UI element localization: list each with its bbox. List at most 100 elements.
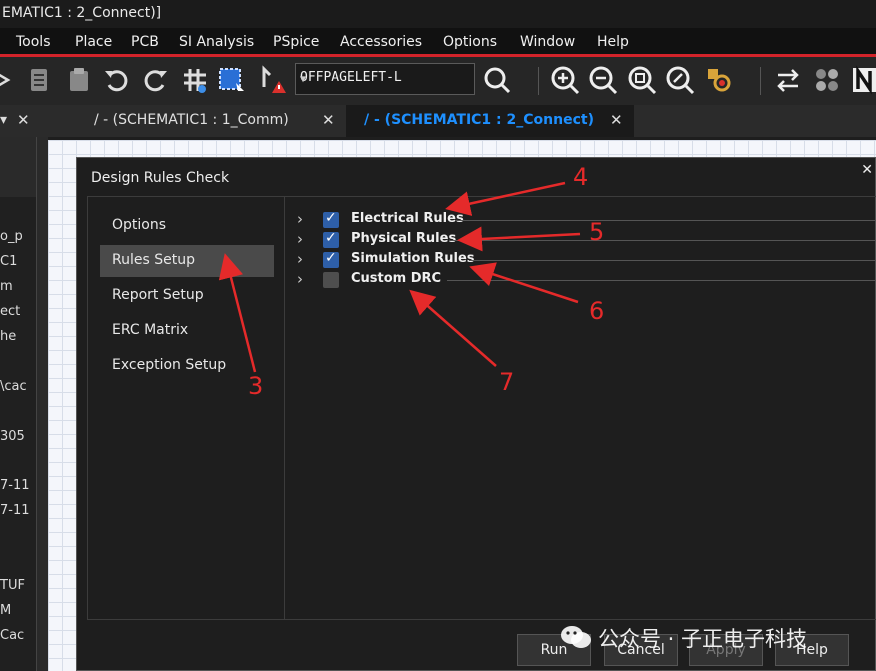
nav-options[interactable]: Options [100, 210, 274, 242]
tree-item[interactable]: m [0, 279, 13, 294]
document-tab-bar: ▾ ✕ / - (SCHEMATIC1 : 1_Comm) ✕ / - (SCH… [0, 105, 876, 137]
close-icon[interactable]: ✕ [861, 162, 873, 178]
close-icon[interactable]: ✕ [322, 111, 335, 129]
redo-icon[interactable] [140, 65, 170, 95]
divider [469, 260, 876, 261]
menu-tools[interactable]: Tools [16, 34, 51, 50]
annotation-number: 5 [589, 218, 605, 246]
tab-overflow-icon[interactable]: ▾ [0, 112, 7, 128]
menu-window[interactable]: Window [520, 34, 575, 50]
toolbar: OFFPAGELEFT-L ▼ [0, 57, 876, 105]
nav-label: Exception Setup [112, 357, 227, 373]
rule-label: Simulation Rules [351, 251, 475, 266]
chevron-right-icon[interactable]: › [297, 230, 303, 248]
part-combo-box[interactable]: OFFPAGELEFT-L ▼ [295, 63, 475, 95]
rule-physical: › Physical Rules [285, 230, 876, 250]
nav-erc-matrix[interactable]: ERC Matrix [100, 315, 274, 347]
rule-custom-drc: › Custom DRC [285, 270, 876, 290]
nav-label: Options [112, 217, 167, 233]
watermark: 公众号 · 子正电子科技 [560, 622, 860, 652]
wechat-icon [561, 626, 591, 648]
window-title: EMATIC1 : 2_Connect)] [2, 5, 162, 21]
tree-item[interactable]: M [0, 603, 11, 618]
watermark-text: 公众号 · 子正电子科技 [598, 627, 808, 651]
tree-item[interactable]: 7-11 [0, 478, 30, 493]
tree-item[interactable]: TUF [0, 578, 25, 593]
rule-label: Physical Rules [351, 231, 457, 246]
netlist-icon[interactable] [850, 65, 876, 95]
tree-item[interactable]: o_p [0, 229, 23, 244]
swap-icon[interactable] [773, 65, 803, 95]
tree-item[interactable]: C1 [0, 254, 17, 269]
net-icon[interactable] [812, 65, 842, 95]
close-icon[interactable]: ✕ [17, 111, 30, 129]
menu-options[interactable]: Options [443, 34, 497, 50]
clipboard-icon[interactable] [64, 65, 94, 95]
menu-si-analysis[interactable]: SI Analysis [179, 34, 254, 50]
divider [447, 280, 876, 281]
zoom-fit-icon[interactable] [627, 65, 657, 95]
annotation-number: 4 [573, 163, 589, 191]
parts-search-icon[interactable] [704, 65, 734, 95]
chevron-right-icon[interactable]: › [297, 210, 303, 228]
chevron-right-icon[interactable]: › [297, 250, 303, 268]
divider [455, 220, 876, 221]
menu-pspice[interactable]: PSpice [273, 34, 319, 50]
tree-item[interactable]: 305 [0, 429, 25, 444]
menu-help[interactable]: Help [597, 34, 629, 50]
chevron-right-icon[interactable]: › [297, 270, 303, 288]
dialog-nav-pane: Options Rules Setup Report Setup ERC Mat… [87, 196, 285, 620]
zoom-out-icon[interactable] [588, 65, 618, 95]
close-icon[interactable]: ✕ [610, 111, 623, 129]
grid-icon[interactable] [180, 65, 210, 95]
zoom-in-icon[interactable] [550, 65, 580, 95]
paste-icon[interactable] [24, 65, 54, 95]
annotation-number: 6 [589, 297, 605, 325]
select-area-icon[interactable] [216, 65, 246, 95]
rule-electrical: › Electrical Rules [285, 210, 876, 230]
rule-label: Electrical Rules [351, 211, 464, 226]
menu-accessories[interactable]: Accessories [340, 34, 422, 50]
tab-label: / - (SCHEMATIC1 : 2_Connect) [364, 112, 594, 128]
panel-header [0, 137, 36, 197]
toolbar-separator [538, 67, 539, 95]
rule-simulation: › Simulation Rules [285, 250, 876, 270]
tab-label: / - (SCHEMATIC1 : 1_Comm) [94, 112, 289, 128]
simulation-rules-checkbox[interactable] [323, 250, 339, 268]
tree-item[interactable]: \cac [0, 379, 27, 394]
design-rules-check-dialog: Design Rules Check ✕ Options Rules Setup… [76, 157, 876, 671]
tree-item[interactable]: he [0, 329, 16, 344]
toolbar-separator [760, 67, 761, 95]
rules-pane: › Electrical Rules › Physical Rules › Si… [285, 196, 876, 620]
cut-icon[interactable] [0, 65, 22, 95]
physical-rules-checkbox[interactable] [323, 230, 339, 248]
rule-label: Custom DRC [351, 271, 442, 286]
project-tree-panel: o_p C1 m ect he \cac 305 7-11 7-11 TUF M… [0, 137, 37, 671]
annotation-number: 3 [248, 372, 264, 400]
divider [449, 240, 876, 241]
menu-pcb[interactable]: PCB [131, 34, 159, 50]
annotation-number: 7 [499, 368, 515, 396]
tree-item[interactable]: Cac [0, 628, 24, 643]
tree-item[interactable]: 7-11 [0, 503, 30, 518]
custom-drc-checkbox[interactable] [323, 272, 339, 288]
tab-schematic-comm[interactable]: / - (SCHEMATIC1 : 1_Comm) ✕ [60, 105, 346, 137]
drc-marker-icon[interactable] [256, 65, 286, 95]
tree-item[interactable]: ect [0, 304, 20, 319]
nav-report-setup[interactable]: Report Setup [100, 280, 274, 312]
electrical-rules-checkbox[interactable] [323, 210, 339, 228]
nav-label: Report Setup [112, 287, 204, 303]
nav-rules-setup[interactable]: Rules Setup [100, 245, 274, 277]
tab-schematic-connect[interactable]: / - (SCHEMATIC1 : 2_Connect) ✕ [346, 105, 634, 137]
nav-label: Rules Setup [112, 252, 195, 268]
title-bar: EMATIC1 : 2_Connect)] [0, 0, 876, 28]
zoom-icon[interactable] [482, 65, 512, 95]
nav-label: ERC Matrix [112, 322, 189, 338]
zoom-all-icon[interactable] [665, 65, 695, 95]
dialog-title: Design Rules Check [91, 170, 230, 186]
canvas-frame [37, 137, 48, 671]
menu-bar: Tools Place PCB SI Analysis PSpice Acces… [0, 28, 876, 54]
chevron-down-icon: ▼ [300, 74, 307, 85]
menu-place[interactable]: Place [75, 34, 112, 50]
undo-icon[interactable] [102, 65, 132, 95]
